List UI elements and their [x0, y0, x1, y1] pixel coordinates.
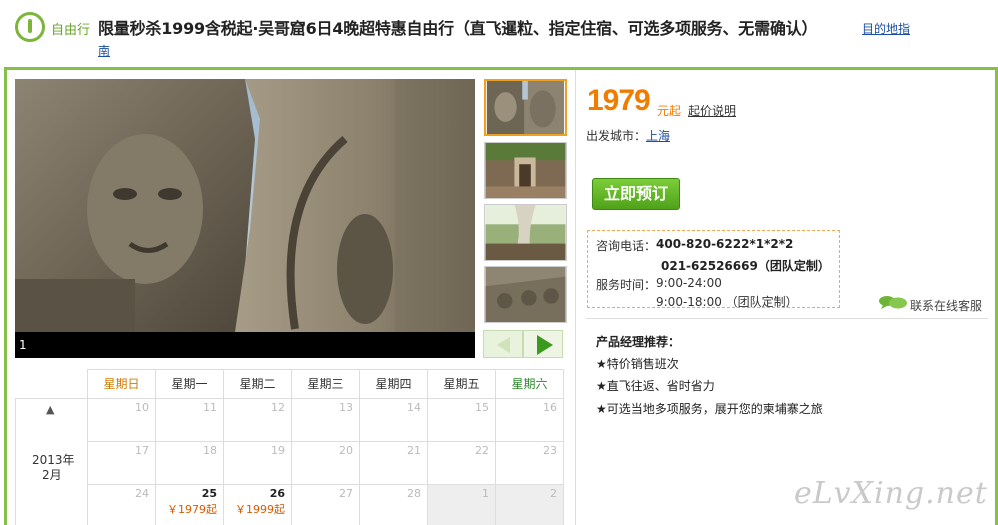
calendar-day[interactable]: 15 — [427, 398, 495, 441]
photo-caption-bar — [15, 332, 475, 358]
calendar-day-available[interactable]: 26 ￥1999起 — [223, 484, 291, 525]
contact-box: 咨询电话： 400-820-6222*1*2*2 021-62526669（团队… — [587, 230, 840, 309]
day-number: 13 — [339, 401, 353, 414]
day-number: 18 — [203, 444, 217, 457]
thumbnail-1[interactable] — [484, 79, 567, 136]
calendar-day[interactable]: 16 — [495, 398, 563, 441]
weekday-tue: 星期二 — [223, 370, 291, 399]
calendar-month-nav: ▲ 2013年 2月 — [15, 398, 87, 525]
book-now-button[interactable]: 立即预订 — [592, 178, 680, 210]
day-price: ￥1979起 — [167, 503, 217, 516]
chat-bubble-icon — [879, 296, 907, 309]
arrow-left-icon — [497, 337, 510, 353]
day-number: 10 — [135, 401, 149, 414]
recommend-item: ★可选当地多项服务，展开您的柬埔寨之旅 — [596, 402, 823, 416]
day-number: 26 — [269, 487, 285, 500]
day-number: 25 — [201, 487, 217, 500]
weekday-thu: 星期四 — [359, 370, 427, 399]
day-number: 16 — [543, 401, 557, 414]
calendar-day[interactable]: 19 — [223, 441, 291, 484]
calendar-day[interactable]: 24 — [87, 484, 155, 525]
hours-label: 服务时间： — [596, 278, 657, 292]
calendar-day[interactable]: 20 — [291, 441, 359, 484]
day-number: 27 — [339, 487, 353, 500]
day-number: 28 — [407, 487, 421, 500]
gallery-next-button[interactable] — [523, 330, 563, 358]
gallery-prev-button[interactable] — [483, 330, 523, 358]
day-number: 17 — [135, 444, 149, 457]
clock-icon — [15, 12, 45, 42]
day-number: 20 — [339, 444, 353, 457]
price-explanation-link[interactable]: 起价说明 — [688, 102, 736, 119]
departure-calendar: 星期日 星期一 星期二 星期三 星期四 星期五 星期六 ▲ 2013年 2月 1… — [15, 369, 564, 525]
calendar-day-available[interactable]: 25 ￥1979起 — [155, 484, 223, 525]
weekday-mon: 星期一 — [155, 370, 223, 399]
day-price: ￥1999起 — [235, 503, 285, 516]
day-number: 1 — [482, 487, 489, 500]
day-number: 2 — [550, 487, 557, 500]
recommend-item: ★特价销售班次 — [596, 357, 679, 371]
calendar-day[interactable]: 17 — [87, 441, 155, 484]
day-number: 21 — [407, 444, 421, 457]
day-number: 15 — [475, 401, 489, 414]
product-title: 限量秒杀1999含税起·吴哥窟6日4晚超特惠自由行（直飞暹粒、指定住宿、可选多项… — [98, 19, 818, 38]
thumbnail-2[interactable] — [484, 142, 567, 199]
service-hours-2: 9:00-18:00 （团队定制） — [656, 295, 798, 309]
calendar-day[interactable]: 23 — [495, 441, 563, 484]
weekday-wed: 星期三 — [291, 370, 359, 399]
photo-counter: 1 — [19, 338, 27, 352]
day-number: 19 — [271, 444, 285, 457]
thumbnail-4[interactable] — [484, 266, 567, 323]
destination-guide-link-cont[interactable]: 南 — [98, 42, 110, 59]
weekday-sat: 星期六 — [495, 370, 563, 399]
calendar-prev-month-button[interactable]: ▲ — [46, 403, 54, 416]
arrow-right-icon — [537, 335, 553, 355]
day-number: 24 — [135, 487, 149, 500]
price-unit: 元起 — [657, 104, 682, 118]
manager-recommend-title: 产品经理推荐： — [596, 335, 681, 349]
phone-number-1: 400-820-6222*1*2*2 — [656, 237, 794, 251]
departure-city-link[interactable]: 上海 — [646, 127, 670, 144]
weekday-sun: 星期日 — [87, 370, 155, 399]
day-number: 22 — [475, 444, 489, 457]
day-number: 14 — [407, 401, 421, 414]
calendar-day[interactable]: 22 — [427, 441, 495, 484]
site-watermark: eLvXing.net — [794, 476, 988, 511]
page-header: 自由行 限量秒杀1999含税起·吴哥窟6日4晚超特惠自由行（直飞暹粒、指定住宿、… — [0, 0, 998, 66]
service-hours-1: 9:00-24:00 — [656, 276, 722, 290]
product-type-tag: 自由行 — [51, 23, 91, 38]
departure-city-label: 出发城市： — [586, 129, 647, 143]
main-photo[interactable] — [15, 79, 475, 332]
calendar-day[interactable]: 14 — [359, 398, 427, 441]
calendar-day-next-month[interactable]: 1 — [427, 484, 495, 525]
calendar-weekday-header: 星期日 星期一 星期二 星期三 星期四 星期五 星期六 — [87, 369, 563, 399]
phone-number-2: 021-62526669（团队定制） — [661, 259, 830, 273]
thumbnail-3[interactable] — [484, 204, 567, 261]
calendar-day[interactable]: 28 — [359, 484, 427, 525]
calendar-day[interactable]: 13 — [291, 398, 359, 441]
day-number: 23 — [543, 444, 557, 457]
calendar-day[interactable]: 18 — [155, 441, 223, 484]
calendar-day[interactable]: 11 — [155, 398, 223, 441]
day-number: 12 — [271, 401, 285, 414]
calendar-border — [563, 369, 564, 525]
section-divider — [586, 318, 988, 319]
destination-guide-link[interactable]: 目的地指 — [862, 20, 910, 37]
calendar-day[interactable]: 10 — [87, 398, 155, 441]
calendar-day[interactable]: 12 — [223, 398, 291, 441]
day-number: 11 — [203, 401, 217, 414]
panel-divider — [575, 70, 576, 525]
weekday-fri: 星期五 — [427, 370, 495, 399]
calendar-day[interactable]: 27 — [291, 484, 359, 525]
calendar-month: 2月 — [42, 468, 62, 482]
recommend-item: ★直飞往返、省时省力 — [596, 379, 715, 393]
price-value: 1979 — [587, 84, 651, 117]
calendar-day[interactable]: 21 — [359, 441, 427, 484]
online-service-link[interactable]: 联系在线客服 — [910, 297, 982, 314]
calendar-day-next-month[interactable]: 2 — [495, 484, 563, 525]
phone-label: 咨询电话： — [596, 239, 657, 253]
